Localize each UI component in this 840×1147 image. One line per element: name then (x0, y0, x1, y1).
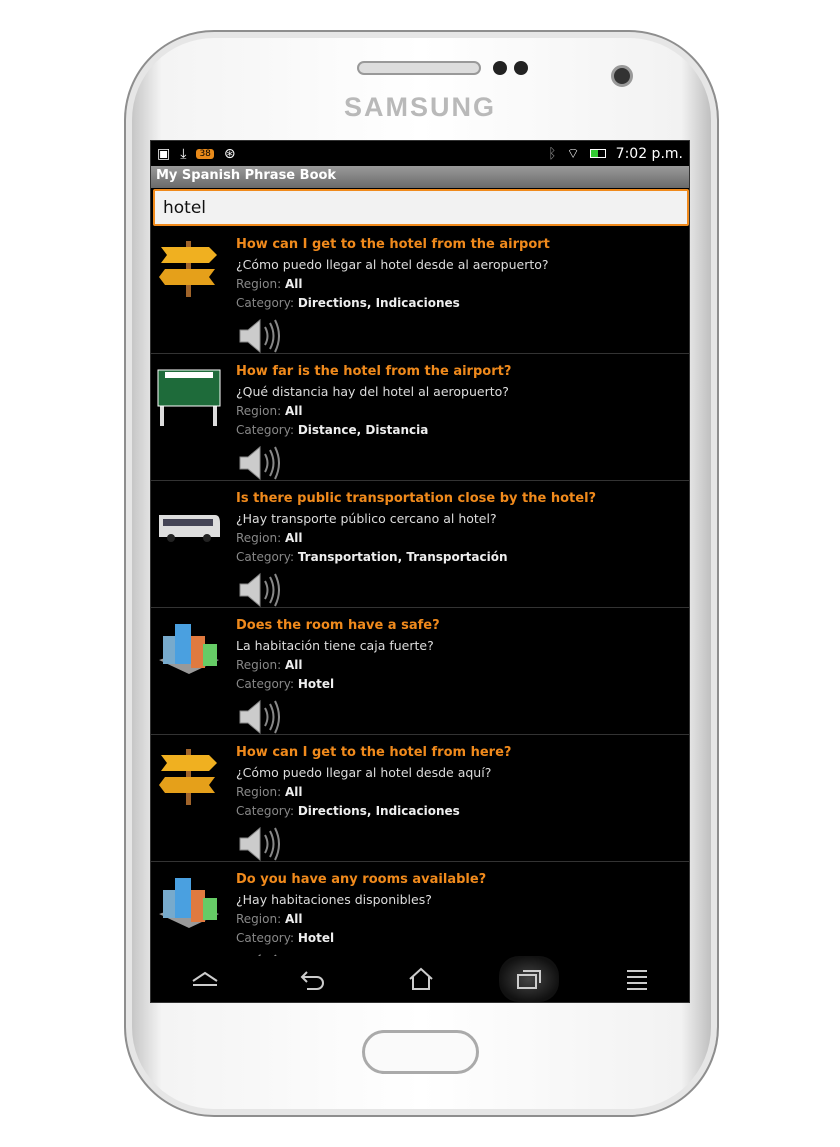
region-row: Region: All (236, 656, 689, 675)
phrase-spanish: ¿Hay habitaciones disponibles? (236, 892, 432, 907)
list-item[interactable]: Does the room have a safe? La habitación… (151, 608, 689, 735)
navigation-bar (151, 956, 689, 1002)
category-value: Distance, Distancia (297, 423, 429, 437)
search-input[interactable] (153, 189, 689, 226)
region-label: Region: (236, 404, 282, 418)
region-value: All (284, 912, 303, 926)
sensor (493, 61, 507, 75)
phrase-spanish: ¿Qué distancia hay del hotel al aeropuer… (236, 384, 509, 399)
region-label: Region: (236, 912, 282, 926)
menu-icon[interactable] (607, 956, 667, 1002)
category-label: Category: (236, 931, 294, 945)
highway-sign-icon (157, 366, 221, 426)
status-bar: ▣ ⤓ 38 ⊛ ᛒ ⌔ 7:02 p.m. (151, 141, 689, 166)
phrase-english: Is there public transportation close by … (236, 491, 597, 506)
buildings-icon (157, 874, 221, 934)
region-label: Region: (236, 531, 282, 545)
sync-icon: ⊛ (223, 145, 236, 162)
category-row: Category: Hotel (236, 675, 689, 694)
category-label: Category: (236, 804, 294, 818)
region-row: Region: All (236, 529, 689, 548)
category-label: Category: (236, 423, 294, 437)
list-item[interactable]: How can I get to the hotel from here? ¿C… (151, 735, 689, 862)
speaker-icon[interactable] (236, 571, 280, 609)
category-label: Category: (236, 296, 294, 310)
back-icon[interactable] (283, 956, 343, 1002)
region-value: All (284, 785, 303, 799)
phrase-english: How far is the hotel from the airport? (236, 364, 512, 379)
screen: ▣ ⤓ 38 ⊛ ᛒ ⌔ 7:02 p.m. My Spanish Phrase… (150, 140, 690, 1003)
phrase-english: Does the room have a safe? (236, 618, 440, 633)
clock: 7:02 p.m. (615, 145, 683, 162)
region-value: All (284, 658, 303, 672)
phrase-spanish: ¿Cómo puedo llegar al hotel desde aquí? (236, 765, 492, 780)
category-value: Hotel (297, 677, 335, 691)
app-title: My Spanish Phrase Book (151, 166, 689, 188)
category-row: Category: Hotel (236, 929, 689, 948)
region-label: Region: (236, 785, 282, 799)
category-row: Category: Transportation, Transportación (236, 548, 689, 567)
earpiece (357, 61, 481, 75)
phrase-spanish: La habitación tiene caja fuerte? (236, 638, 434, 653)
front-camera (611, 65, 633, 87)
picture-icon: ▣ (157, 145, 171, 162)
category-value: Directions, Indicaciones (297, 804, 460, 818)
sensor (514, 61, 528, 75)
category-row: Category: Directions, Indicaciones (236, 294, 689, 313)
region-label: Region: (236, 277, 282, 291)
home-icon[interactable] (391, 956, 451, 1002)
notification-badge-icon: 38 (196, 148, 214, 159)
up-icon[interactable] (175, 956, 235, 1002)
speaker-icon[interactable] (236, 698, 280, 736)
region-row: Region: All (236, 783, 689, 802)
phrase-english: How can I get to the hotel from here? (236, 745, 512, 760)
category-row: Category: Distance, Distancia (236, 421, 689, 440)
bus-icon (157, 493, 221, 553)
region-value: All (284, 531, 303, 545)
download-icon: ⤓ (180, 145, 187, 162)
speaker-icon[interactable] (236, 825, 280, 863)
category-label: Category: (236, 550, 294, 564)
region-label: Region: (236, 658, 282, 672)
home-hardware-button[interactable] (362, 1030, 479, 1074)
battery-icon (589, 149, 606, 158)
region-value: All (284, 404, 303, 418)
category-value: Hotel (297, 931, 335, 945)
category-value: Directions, Indicaciones (297, 296, 460, 310)
region-row: Region: All (236, 910, 689, 929)
signpost-icon (157, 239, 221, 299)
category-label: Category: (236, 677, 294, 691)
phrase-english: How can I get to the hotel from the airp… (236, 237, 550, 252)
region-row: Region: All (236, 275, 689, 294)
phrase-spanish: ¿Cómo puedo llegar al hotel desde al aer… (236, 257, 549, 272)
phrase-list[interactable]: How can I get to the hotel from the airp… (151, 227, 689, 989)
phrase-spanish: ¿Hay transporte público cercano al hotel… (236, 511, 497, 526)
region-value: All (284, 277, 303, 291)
signpost-icon (157, 747, 221, 807)
phrase-english: Do you have any rooms available? (236, 872, 487, 887)
list-item[interactable]: Is there public transportation close by … (151, 481, 689, 608)
category-row: Category: Directions, Indicaciones (236, 802, 689, 821)
recent-apps-icon[interactable] (499, 956, 559, 1002)
list-item[interactable]: How far is the hotel from the airport? ¿… (151, 354, 689, 481)
brand-logo: SAMSUNG (343, 92, 496, 122)
speaker-icon[interactable] (236, 317, 280, 355)
wifi-icon: ⌔ (566, 145, 580, 162)
list-item[interactable]: How can I get to the hotel from the airp… (151, 227, 689, 354)
buildings-icon (157, 620, 221, 680)
bluetooth-icon: ᛒ (548, 145, 557, 162)
region-row: Region: All (236, 402, 689, 421)
category-value: Transportation, Transportación (297, 550, 508, 564)
speaker-icon[interactable] (236, 444, 280, 482)
